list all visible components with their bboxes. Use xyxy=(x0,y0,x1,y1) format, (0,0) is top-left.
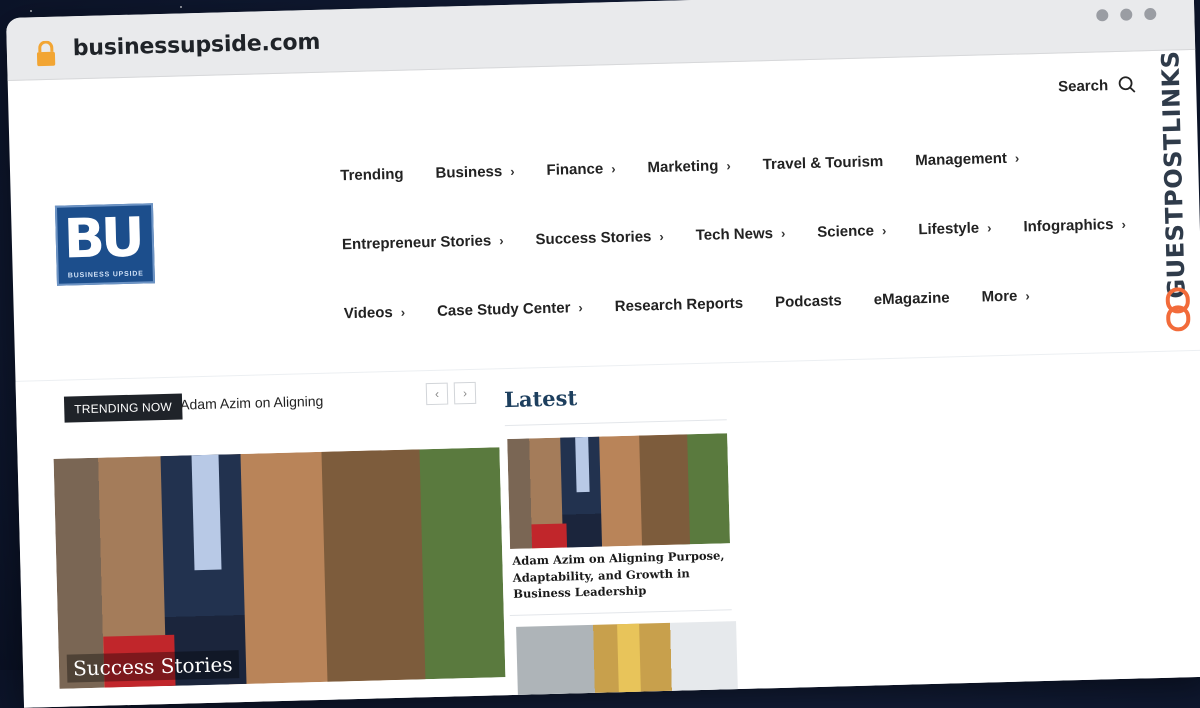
latest-card-image[interactable] xyxy=(507,433,730,549)
latest-card-image[interactable] xyxy=(516,621,739,707)
window-dot[interactable] xyxy=(1120,8,1133,21)
nav-item-infographics[interactable]: Infographics › xyxy=(1023,216,1127,235)
hero-category[interactable]: Success Stories xyxy=(66,650,239,683)
link-icon xyxy=(1163,287,1192,337)
chevron-right-icon: › xyxy=(400,304,406,320)
nav-item-finance[interactable]: Finance › xyxy=(546,160,616,178)
chevron-right-icon: › xyxy=(611,161,616,177)
chevron-right-icon: › xyxy=(659,228,664,244)
logo-subtext: BUSINESS UPSIDE xyxy=(67,270,144,280)
nav-row: Videos › Case Study Center › Research Repo… xyxy=(344,285,1104,323)
chevron-right-icon: › xyxy=(499,233,504,249)
nav-item-science[interactable]: Science › xyxy=(817,222,887,240)
nav-row: Entrepreneur Stories › Success Stories › T… xyxy=(342,216,1126,253)
nav-item-lifestyle[interactable]: Lifestyle › xyxy=(918,219,992,239)
chevron-right-icon: › xyxy=(986,220,992,236)
nav-item-business[interactable]: Business › xyxy=(435,163,514,182)
latest-card-title[interactable]: Adam Azim on Aligning Purpose, Adaptabil… xyxy=(512,547,731,603)
nav-item-marketing[interactable]: Marketing › xyxy=(647,157,731,176)
nav-item-case-study-center[interactable]: Case Study Center › xyxy=(437,299,583,319)
nav-item-entrepreneur-stories[interactable]: Entrepreneur Stories › xyxy=(342,232,504,253)
site-logo[interactable]: BU BUSINESS UPSIDE xyxy=(54,203,155,286)
nav-item-success-stories[interactable]: Success Stories › xyxy=(535,228,664,248)
window-dot[interactable] xyxy=(1096,9,1109,22)
search-label: Search xyxy=(1057,76,1109,95)
window-dot[interactable] xyxy=(1144,7,1157,21)
nav-item-emagazine[interactable]: eMagazine xyxy=(874,289,950,308)
trending-badge: TRENDING NOW xyxy=(63,393,183,423)
site-header: Search BU BUSINESS UPSIDE Trending Busin… xyxy=(8,50,1200,381)
chevron-right-icon[interactable]: › xyxy=(453,381,477,405)
chevron-right-icon: › xyxy=(780,225,786,241)
trending-headline[interactable]: Adam Azim on Aligning xyxy=(180,393,324,413)
chevron-right-icon: › xyxy=(726,158,731,174)
logo-mark: BU xyxy=(62,205,142,271)
chevron-right-icon: › xyxy=(1014,150,1020,166)
window-controls xyxy=(1096,7,1157,22)
search-icon xyxy=(1118,75,1136,93)
nav-item-more[interactable]: More › xyxy=(981,287,1030,306)
divider xyxy=(504,419,727,427)
trending-arrows: ‹ › xyxy=(425,381,477,406)
nav-row: Trending Business › Finance › Marketing › T… xyxy=(340,147,1100,184)
latest-heading: Latest xyxy=(503,385,578,413)
nav-item-trending[interactable]: Trending xyxy=(340,166,404,185)
chevron-right-icon: › xyxy=(578,300,583,316)
main-content: TRENDING NOW Adam Azim on Aligning ‹ › S… xyxy=(15,349,1200,708)
address-bar[interactable]: businessupside.com xyxy=(73,30,321,61)
chevron-right-icon: › xyxy=(1025,288,1030,304)
nav-item-research-reports[interactable]: Research Reports xyxy=(615,295,744,315)
hero-article[interactable]: Success Stories xyxy=(53,447,506,689)
nav-item-tech-news[interactable]: Tech News › xyxy=(696,225,786,244)
chevron-right-icon: › xyxy=(510,163,515,179)
chevron-right-icon: › xyxy=(1121,216,1127,232)
nav-item-management[interactable]: Management › xyxy=(915,150,1020,169)
nav-item-travel-tourism[interactable]: Travel & Tourism xyxy=(763,153,884,173)
nav-item-podcasts[interactable]: Podcasts xyxy=(775,292,842,311)
nav-item-videos[interactable]: Videos › xyxy=(344,304,406,322)
watermark-text: GUESTPOSTLINKS xyxy=(1156,50,1191,299)
browser-window: businessupside.com Search BU BUSINESS UP… xyxy=(6,0,1200,708)
divider xyxy=(509,609,732,617)
main-navigation: Trending Business › Finance › Marketing › T… xyxy=(340,147,1126,374)
search-button[interactable]: Search xyxy=(1058,75,1136,95)
lock-icon xyxy=(35,40,58,73)
chevron-right-icon: › xyxy=(881,223,887,239)
chevron-left-icon[interactable]: ‹ xyxy=(425,382,449,406)
